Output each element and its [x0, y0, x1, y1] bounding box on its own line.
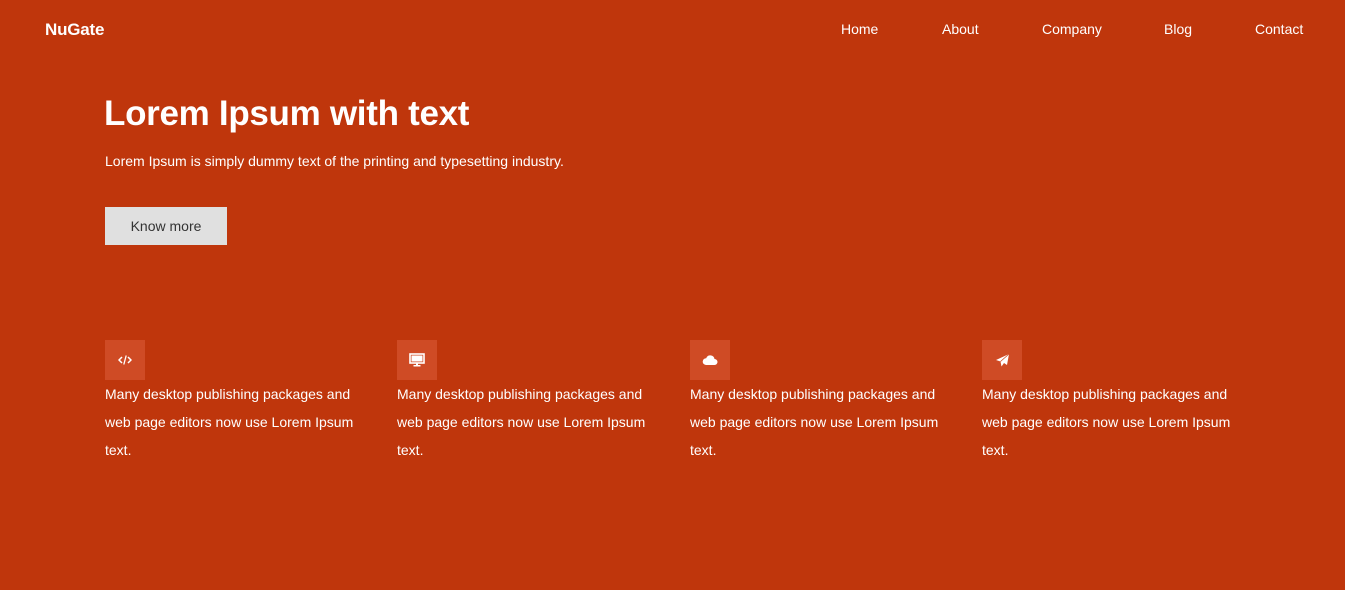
feature-text: Many desktop publishing packages and web… — [105, 386, 354, 458]
cloud-icon — [690, 340, 730, 380]
nav-item-about[interactable]: About — [942, 21, 979, 37]
feature-text: Many desktop publishing packages and web… — [397, 386, 646, 458]
paper-plane-icon — [982, 340, 1022, 380]
feature-item: Many desktop publishing packages and web… — [982, 340, 1244, 464]
feature-item: Many desktop publishing packages and web… — [105, 340, 367, 464]
hero-subtitle: Lorem Ipsum is simply dummy text of the … — [105, 153, 564, 169]
main-nav: Home About Company Blog Contact — [0, 21, 1345, 41]
know-more-button[interactable]: Know more — [105, 207, 227, 245]
feature-item: Many desktop publishing packages and web… — [397, 340, 659, 464]
desktop-icon — [397, 340, 437, 380]
nav-item-home[interactable]: Home — [841, 21, 878, 37]
nav-item-blog[interactable]: Blog — [1164, 21, 1192, 37]
code-icon — [105, 340, 145, 380]
landing-page: NuGate Home About Company Blog Contact L… — [0, 0, 1345, 590]
feature-text: Many desktop publishing packages and web… — [690, 386, 939, 458]
feature-text: Many desktop publishing packages and web… — [982, 386, 1231, 458]
nav-item-company[interactable]: Company — [1042, 21, 1102, 37]
hero-title: Lorem Ipsum with text — [104, 94, 470, 133]
feature-item: Many desktop publishing packages and web… — [690, 340, 952, 464]
nav-item-contact[interactable]: Contact — [1255, 21, 1303, 37]
